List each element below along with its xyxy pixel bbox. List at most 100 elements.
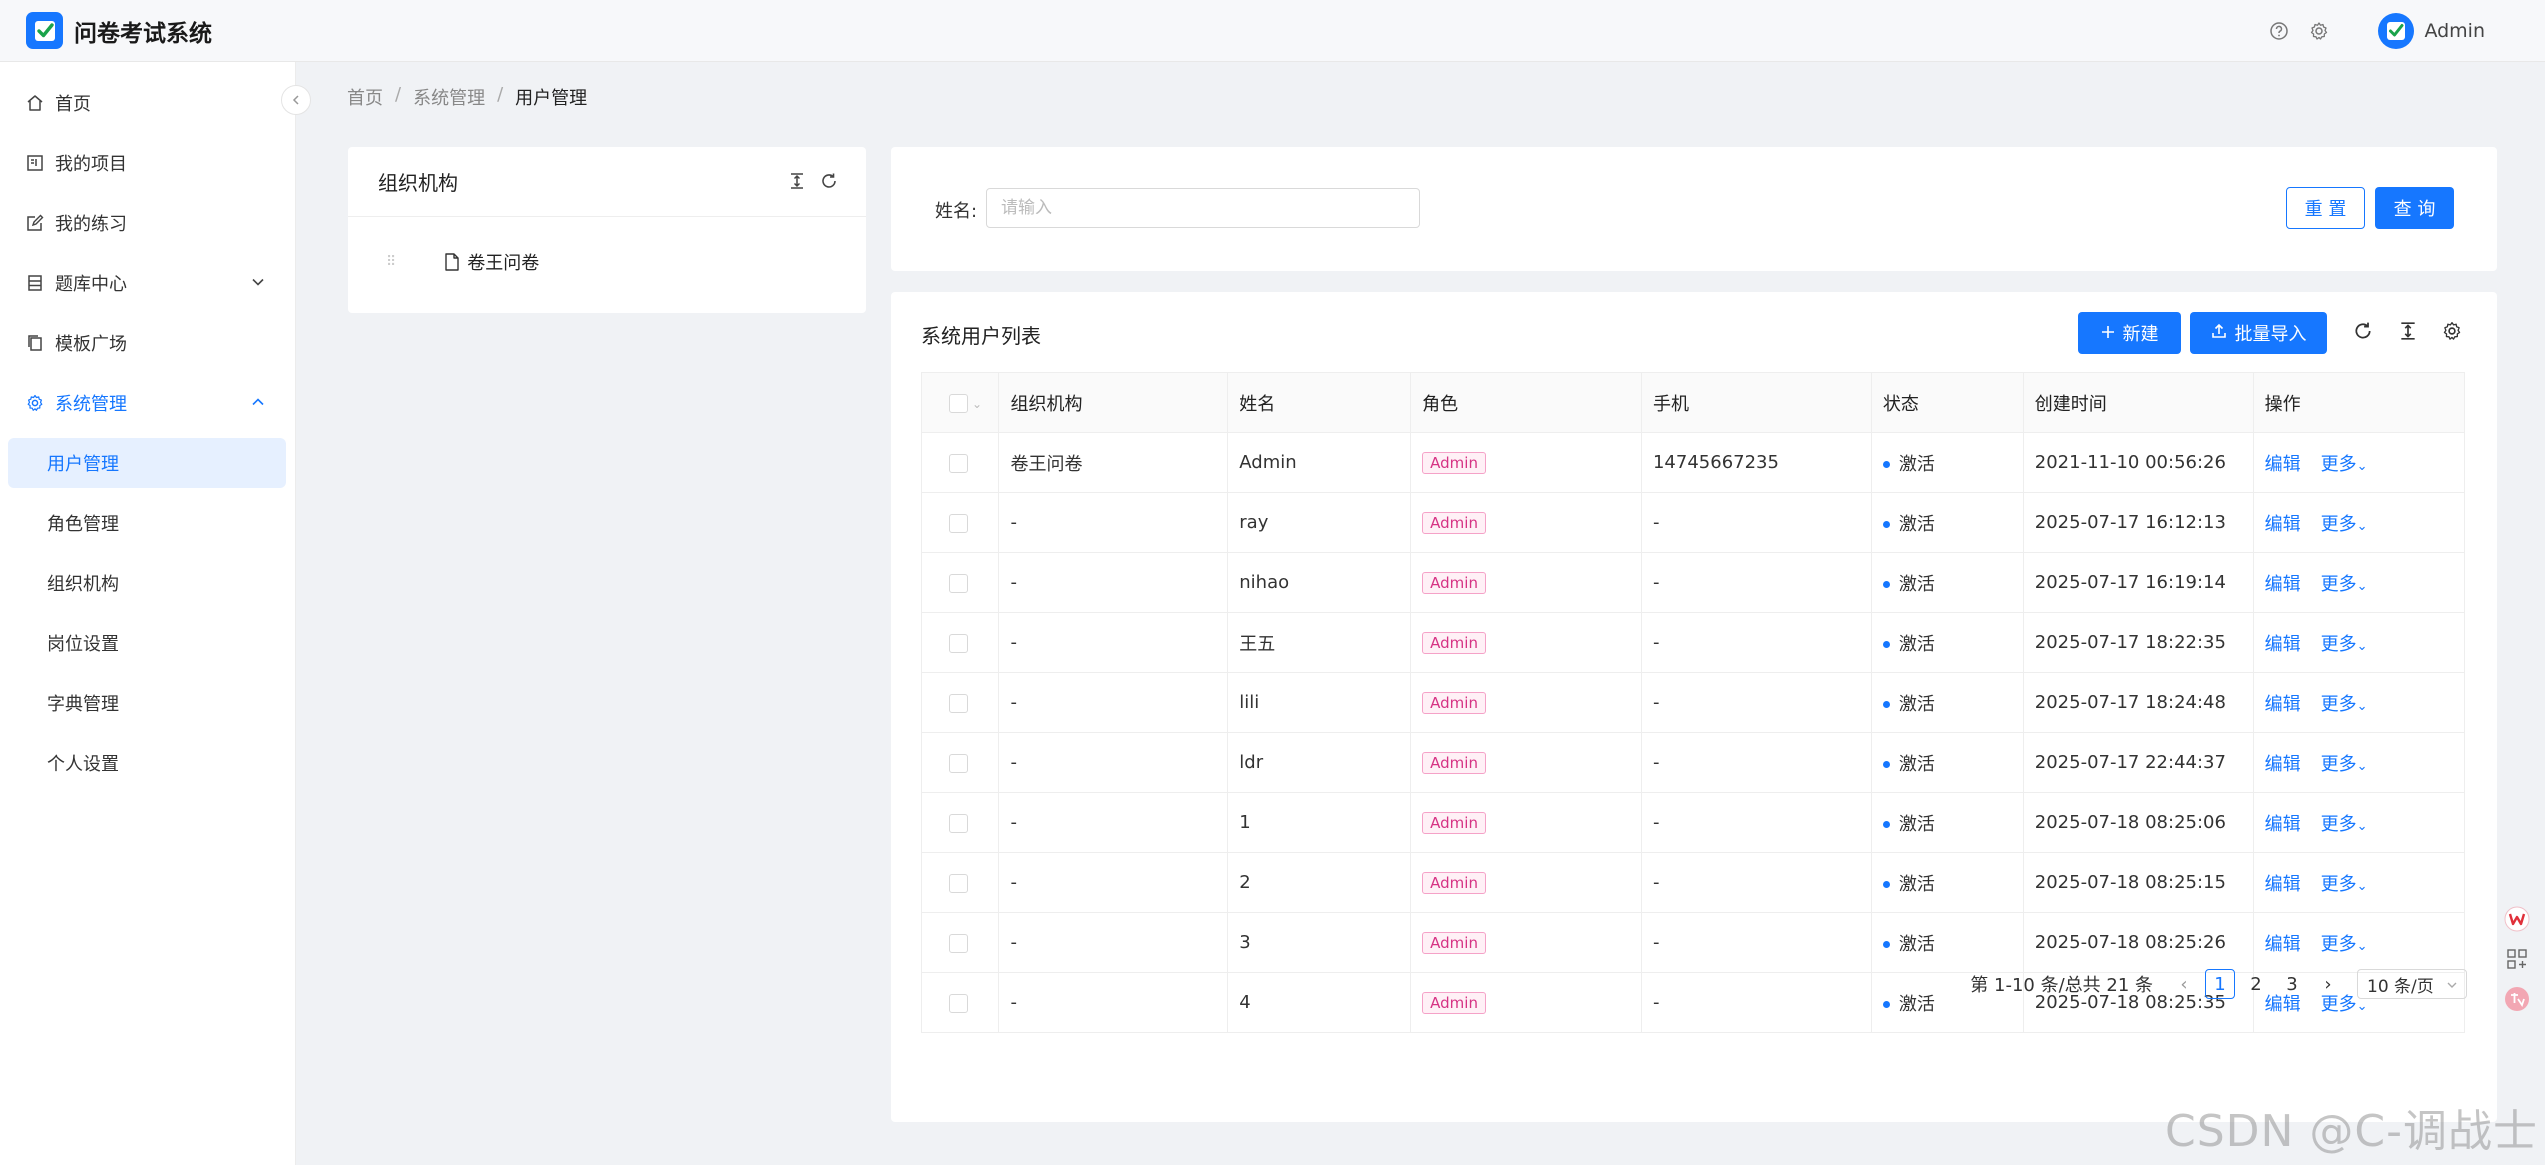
settings-icon[interactable] <box>2308 20 2330 42</box>
sidebar-item-my-projects[interactable]: 我的项目 <box>8 138 286 188</box>
row-checkbox[interactable] <box>949 813 968 833</box>
new-button[interactable]: 新建 <box>2078 312 2181 354</box>
row-select-cell[interactable] <box>921 912 999 973</box>
row-checkbox[interactable] <box>949 873 968 893</box>
page-item[interactable]: 3 <box>2277 969 2307 999</box>
row-checkbox[interactable] <box>949 933 968 953</box>
row-select-cell[interactable] <box>921 792 999 853</box>
edit-link[interactable]: 编辑 <box>2265 634 2301 655</box>
more-dropdown[interactable]: 更多⌄ <box>2321 514 2368 535</box>
chevron-down-icon <box>2446 976 2458 996</box>
edit-link[interactable]: 编辑 <box>2265 694 2301 715</box>
sidebar-item-label: 字典管理 <box>47 694 119 715</box>
sidebar-item-personal-settings[interactable]: 个人设置 <box>8 738 286 788</box>
sidebar-item-question-bank[interactable]: 题库中心 <box>8 258 286 308</box>
wps-icon[interactable] <box>2503 905 2531 933</box>
column-settings-icon[interactable] <box>2441 320 2463 342</box>
edit-link[interactable]: 编辑 <box>2265 874 2301 895</box>
reset-button[interactable]: 重 置 <box>2286 187 2365 229</box>
table-row: - lili Admin - 激活 2025-07-17 18:24:48 编辑 更多⌄ <box>921 672 2465 733</box>
apps-grid-icon[interactable] <box>2503 945 2531 973</box>
sidebar-item-organization[interactable]: 组织机构 <box>8 558 286 608</box>
name-cell: Admin <box>1227 432 1411 493</box>
user-name[interactable]: Admin <box>2424 20 2485 42</box>
table-header-row: ⌄ 组织机构 姓名 角色 手机 状态 创建时间 操作 <box>921 372 2465 434</box>
select-all-checkbox[interactable] <box>949 393 968 413</box>
more-dropdown[interactable]: 更多⌄ <box>2321 574 2368 595</box>
tree-node[interactable]: ⠿ 卷王问卷 <box>386 249 539 275</box>
row-checkbox[interactable] <box>949 633 968 653</box>
more-dropdown[interactable]: 更多⌄ <box>2321 934 2368 955</box>
row-select-cell[interactable] <box>921 732 999 793</box>
chevron-down-icon[interactable]: ⌄ <box>972 397 982 411</box>
sidebar-item-my-practice[interactable]: 我的练习 <box>8 198 286 248</box>
edit-link[interactable]: 编辑 <box>2265 454 2301 475</box>
breadcrumb-system[interactable]: 系统管理 <box>413 84 485 110</box>
page-item[interactable]: 2 <box>2241 969 2271 999</box>
sidebar-item-template-plaza[interactable]: 模板广场 <box>8 318 286 368</box>
sidebar-item-role-management[interactable]: 角色管理 <box>8 498 286 548</box>
row-select-cell[interactable] <box>921 552 999 613</box>
row-select-cell[interactable] <box>921 972 999 1033</box>
next-page-icon[interactable]: › <box>2313 969 2343 999</box>
row-checkbox[interactable] <box>949 453 968 473</box>
role-tag: Admin <box>1422 751 1486 774</box>
row-checkbox[interactable] <box>949 693 968 713</box>
sidebar-item-user-management[interactable]: 用户管理 <box>8 438 286 488</box>
prev-page-icon[interactable]: ‹ <box>2169 969 2199 999</box>
page-item[interactable]: 1 <box>2205 969 2235 999</box>
actions-cell: 编辑 更多⌄ <box>2252 672 2465 733</box>
status-cell: 激活 <box>1870 792 2023 853</box>
role-cell: Admin <box>1410 972 1641 1033</box>
sidebar-item-home[interactable]: 首页 <box>8 78 286 128</box>
row-checkbox[interactable] <box>949 573 968 593</box>
more-dropdown[interactable]: 更多⌄ <box>2321 454 2368 475</box>
sidebar-item-dictionary[interactable]: 字典管理 <box>8 678 286 728</box>
row-select-cell[interactable] <box>921 612 999 673</box>
more-dropdown[interactable]: 更多⌄ <box>2321 634 2368 655</box>
row-select-cell[interactable] <box>921 852 999 913</box>
page-size-select[interactable]: 10 条/页 <box>2357 969 2467 999</box>
reload-icon[interactable] <box>820 171 838 195</box>
row-checkbox[interactable] <box>949 513 968 533</box>
edit-link[interactable]: 编辑 <box>2265 514 2301 535</box>
sidebar-collapse-button[interactable] <box>281 85 311 115</box>
batch-import-button[interactable]: 批量导入 <box>2190 312 2327 354</box>
select-all-cell[interactable]: ⌄ <box>921 372 999 433</box>
breadcrumb-separator: / <box>395 84 402 105</box>
help-icon[interactable] <box>2268 20 2290 42</box>
edit-link[interactable]: 编辑 <box>2265 754 2301 775</box>
more-dropdown[interactable]: 更多⌄ <box>2321 754 2368 775</box>
org-panel: 组织机构 ⠿ 卷王问卷 <box>348 147 866 313</box>
sidebar-item-system-management[interactable]: 系统管理 <box>8 378 286 428</box>
created-cell: 2025-07-18 08:25:26 <box>2022 912 2253 973</box>
reload-icon[interactable] <box>2352 320 2374 342</box>
column-header: 姓名 <box>1227 372 1411 434</box>
row-select-cell[interactable] <box>921 492 999 553</box>
sidebar-item-position-settings[interactable]: 岗位设置 <box>8 618 286 668</box>
edit-link[interactable]: 编辑 <box>2265 814 2301 835</box>
edit-link[interactable]: 编辑 <box>2265 934 2301 955</box>
column-height-icon[interactable] <box>788 171 806 195</box>
user-avatar[interactable] <box>2378 13 2415 49</box>
row-checkbox[interactable] <box>949 993 968 1013</box>
edit-link[interactable]: 编辑 <box>2265 574 2301 595</box>
translate-icon[interactable] <box>2503 985 2531 1013</box>
more-dropdown[interactable]: 更多⌄ <box>2321 874 2368 895</box>
role-cell: Admin <box>1410 912 1641 973</box>
query-button[interactable]: 查 询 <box>2375 187 2454 229</box>
breadcrumb-home[interactable]: 首页 <box>347 84 383 110</box>
actions-cell: 编辑 更多⌄ <box>2252 852 2465 913</box>
name-input[interactable] <box>986 188 1420 228</box>
row-select-cell[interactable] <box>921 432 999 493</box>
row-select-cell[interactable] <box>921 672 999 733</box>
name-cell: 王五 <box>1227 612 1411 673</box>
role-tag: Admin <box>1422 451 1486 474</box>
more-dropdown[interactable]: 更多⌄ <box>2321 814 2368 835</box>
more-dropdown[interactable]: 更多⌄ <box>2321 694 2368 715</box>
app-logo[interactable]: 问卷考试系统 <box>26 12 212 49</box>
column-height-icon[interactable] <box>2397 320 2419 342</box>
row-checkbox[interactable] <box>949 753 968 773</box>
chevron-down-icon <box>250 274 266 290</box>
drag-handle-icon[interactable]: ⠿ <box>386 254 396 270</box>
